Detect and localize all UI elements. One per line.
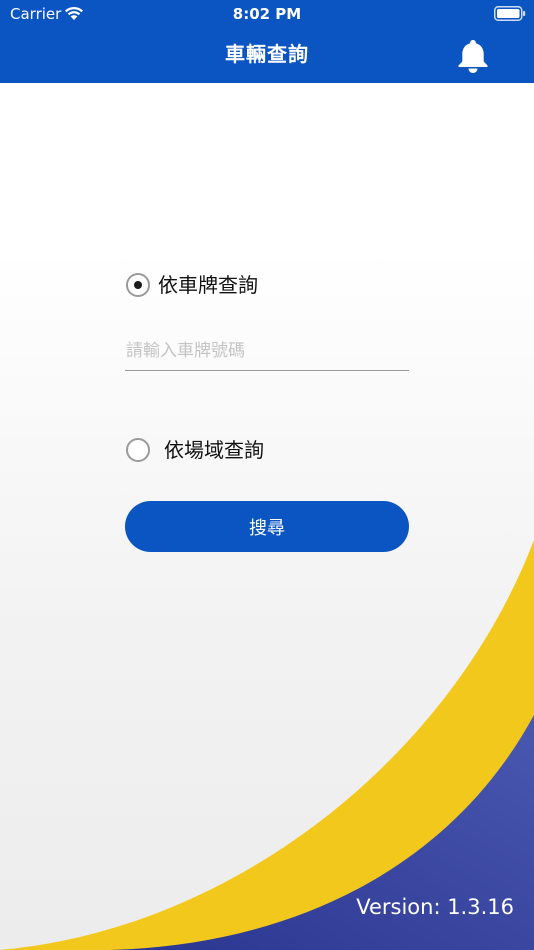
- notification-button[interactable]: [453, 37, 493, 75]
- version-label: Version: 1.3.16: [356, 895, 514, 919]
- radio-button-by-plate[interactable]: [126, 273, 150, 297]
- search-button[interactable]: 搜尋: [125, 501, 409, 552]
- radio-label-by-site: 依場域查詢: [164, 438, 264, 462]
- battery-icon: [494, 6, 526, 21]
- radio-label-by-plate: 依車牌查詢: [158, 273, 258, 297]
- status-time: 8:02 PM: [232, 5, 302, 23]
- radio-button-by-site[interactable]: [126, 438, 150, 462]
- app-header: Carrier 8:02 PM 車輛查詢: [0, 0, 534, 83]
- bell-icon: [458, 40, 488, 73]
- radio-option-by-plate[interactable]: 依車牌查詢: [126, 270, 258, 300]
- radio-option-by-site[interactable]: 依場域查詢: [126, 435, 264, 465]
- screen: Carrier 8:02 PM 車輛查詢 依車牌查詢 依場域查詢 搜: [0, 0, 534, 950]
- plate-number-input[interactable]: [125, 331, 409, 371]
- background-swoosh: [0, 540, 534, 950]
